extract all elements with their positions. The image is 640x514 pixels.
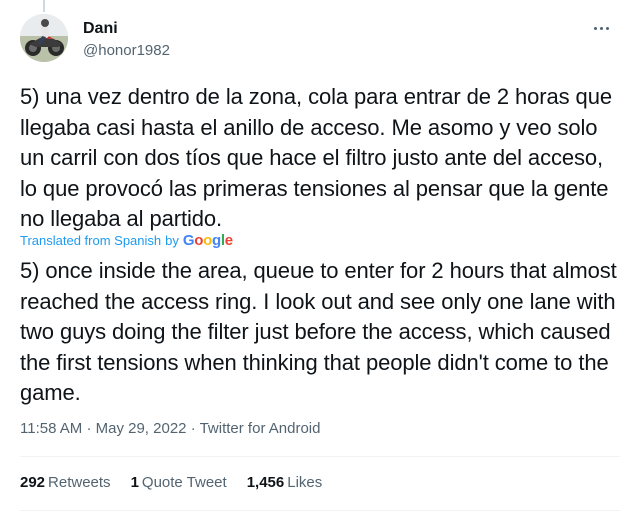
tweet-text: 5) una vez dentro de la zona, cola para … [20, 84, 612, 232]
tweet-source[interactable]: Twitter for Android [200, 420, 321, 437]
user-handle[interactable]: @honor1982 [83, 41, 170, 61]
avatar[interactable] [20, 14, 68, 62]
quotes-label: Quote Tweet [141, 474, 227, 491]
more-dot [599, 26, 603, 30]
quotes-count: 1 [130, 474, 139, 491]
likes-stat[interactable]: 1,456 Likes [247, 473, 323, 493]
retweets-label: Retweets [48, 474, 111, 491]
translated-from-link[interactable]: Translated from Spanish by Google [20, 232, 233, 250]
display-name[interactable]: Dani [83, 19, 170, 39]
tweet-metadata: 11:58 AM · May 29, 2022 · Twitter for An… [20, 419, 320, 439]
translated-label: Translated from Spanish [20, 233, 162, 248]
author-names: Dani @honor1982 [83, 19, 170, 61]
more-dot [605, 26, 609, 30]
tweet-time[interactable]: 11:58 AM [20, 420, 82, 437]
translated-by: by [165, 233, 179, 248]
likes-label: Likes [287, 474, 323, 491]
tweet-header: Dani @honor1982 [20, 14, 620, 66]
retweets-count: 292 [20, 474, 46, 491]
motorcycle-rider-photo [20, 14, 68, 62]
meta-separator: · [86, 420, 92, 437]
likes-count: 1,456 [246, 474, 285, 491]
divider [20, 456, 620, 457]
quote-tweets-stat[interactable]: 1 Quote Tweet [131, 473, 227, 493]
more-horizontal-icon[interactable] [588, 18, 614, 38]
engagement-stats: 292 Retweets 1 Quote Tweet 1,456 Likes [20, 473, 342, 493]
tweet-date[interactable]: May 29, 2022 [96, 420, 187, 437]
divider [20, 510, 620, 511]
meta-separator: · [190, 420, 196, 437]
more-dot [593, 26, 597, 30]
google-logo: Google [182, 232, 233, 249]
thread-connector-line [43, 0, 45, 12]
retweets-stat[interactable]: 292 Retweets [20, 473, 111, 493]
translated-text: 5) once inside the area, queue to enter … [20, 258, 617, 406]
